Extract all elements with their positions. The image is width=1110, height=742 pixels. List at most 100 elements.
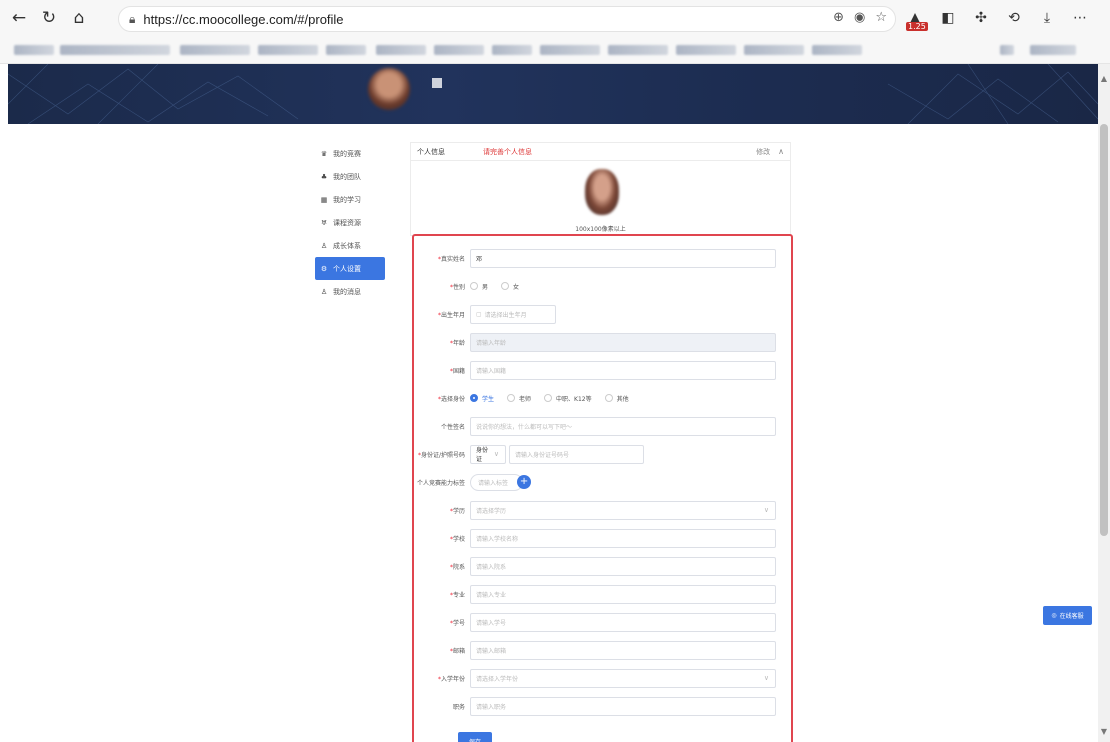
lock-icon[interactable]: 🔒︎ (129, 12, 135, 27)
form-row-enroll-year: *入学年份 请选择入学年份 ∨ (414, 668, 776, 688)
field-label: 个性签名 (440, 423, 465, 431)
bookmark-item[interactable] (258, 45, 318, 55)
bookmark-item[interactable] (326, 45, 366, 55)
save-button[interactable]: 保存 (458, 732, 492, 742)
bookmark-item[interactable] (376, 45, 426, 55)
bookmark-item[interactable] (1030, 45, 1076, 55)
ability-tag-input[interactable]: 请输入标签 (470, 473, 524, 491)
trophy-icon: ♛ (320, 149, 328, 158)
form-row-email: *邮箱 请输入邮箱 (414, 640, 776, 660)
bookmark-item[interactable] (492, 45, 532, 55)
collections-icon[interactable]: ◧ (933, 3, 963, 33)
school-input[interactable]: 请输入学校名称 (470, 528, 776, 548)
history-icon[interactable]: ⟲ (999, 3, 1029, 33)
id-type-select[interactable]: 身份证 ∨ (470, 444, 506, 464)
profile-avatar[interactable] (585, 169, 619, 215)
bookmark-item[interactable] (434, 45, 484, 55)
message-icon: ♙ (320, 287, 328, 296)
form-row-birth: *出生年月 ▢ 请选择出生年月 (414, 304, 556, 324)
sidebar-item-resources[interactable]: ♅ 课程资源 (315, 211, 385, 234)
field-label: *真实姓名 (437, 255, 465, 263)
email-input[interactable]: 请输入邮箱 (470, 640, 776, 660)
scroll-down-icon[interactable]: ▼ (1100, 727, 1108, 736)
field-label: *学号 (449, 619, 465, 627)
form-row-identity: *选择身份 学生 老师 中职、K12等 其他 (414, 388, 642, 408)
download-icon[interactable]: ⤓ (1032, 3, 1062, 33)
sidebar-item-growth[interactable]: ♙ 成长体系 (315, 234, 385, 257)
url-text: https://cc.moocollege.com/#/profile (143, 11, 344, 27)
banner-pattern (8, 64, 1098, 124)
bookmark-item[interactable] (744, 45, 804, 55)
identity-other-radio[interactable]: 其他 (604, 394, 629, 403)
puzzle-icon[interactable]: ✣ (966, 3, 996, 33)
field-label: *院系 (449, 563, 465, 571)
sidebar-item-messages[interactable]: ♙ 我的消息 (315, 280, 385, 303)
identity-k12-radio[interactable]: 中职、K12等 (544, 394, 592, 403)
sidebar-item-settings[interactable]: ⚙ 个人设置 (315, 257, 385, 280)
chevron-down-icon: ∨ (763, 506, 769, 514)
extension-icon[interactable]: ▲ 1.25 (900, 3, 930, 33)
sidebar-item-label: 我的学习 (333, 195, 361, 204)
sidebar-item-label: 我的竞赛 (333, 149, 361, 158)
chevron-up-icon[interactable]: ∧ (778, 147, 784, 156)
home-icon[interactable]: ⌂ (64, 3, 94, 33)
department-input[interactable]: 请输入院系 (470, 556, 776, 576)
more-icon[interactable]: ⋯ (1065, 3, 1095, 33)
id-number-input[interactable]: 请输入身份证号码号 (509, 444, 644, 464)
sidebar-item-study[interactable]: ▦ 我的学习 (315, 188, 385, 211)
sidebar-item-team[interactable]: ♣ 我的团队 (315, 165, 385, 188)
student-no-input[interactable]: 请输入学号 (470, 612, 776, 632)
education-select[interactable]: 请选择学历 ∨ (470, 500, 776, 520)
sidebar-nav: ♛ 我的竞赛 ♣ 我的团队 ▦ 我的学习 ♅ 课程资源 ♙ 成长体系 ⚙ 个人设置 ♙ 我的消… (315, 142, 385, 303)
online-service-button[interactable]: ◎ 在线客服 (1043, 606, 1092, 625)
bookmark-item[interactable] (1000, 45, 1014, 55)
edit-link[interactable]: 修改 (756, 147, 770, 157)
bookmark-item[interactable] (812, 45, 862, 55)
ext-icon[interactable]: ◉ (854, 10, 865, 25)
bookmark-item[interactable] (14, 45, 54, 55)
sidebar-item-label: 我的消息 (333, 287, 361, 296)
favorite-icon[interactable]: ☆ (875, 10, 887, 25)
back-icon[interactable]: ← (4, 3, 34, 33)
nation-input[interactable]: 请输入国籍 (470, 360, 776, 380)
form-row-name: *真实姓名 邓 (414, 248, 776, 268)
add-tag-button[interactable]: + (517, 475, 532, 489)
form-row-student-no: *学号 请输入学号 (414, 612, 776, 632)
bookmark-item[interactable] (180, 45, 250, 55)
resource-icon: ♅ (320, 218, 328, 227)
field-label: *学历 (449, 507, 465, 515)
bookmark-item[interactable] (60, 45, 170, 55)
gender-male-radio[interactable]: 男 (470, 282, 488, 291)
page-scrollbar[interactable]: ▲ ▼ (1098, 64, 1110, 742)
sidebar-item-label: 课程资源 (333, 218, 361, 227)
scroll-thumb[interactable] (1100, 124, 1108, 536)
bookmark-item[interactable] (676, 45, 736, 55)
major-input[interactable]: 请输入专业 (470, 584, 776, 604)
form-row-ability: 个人竞赛能力标签 请输入标签 + (414, 472, 532, 492)
identity-teacher-radio[interactable]: 老师 (507, 394, 531, 403)
bookmark-item[interactable] (540, 45, 600, 55)
book-icon: ▦ (320, 195, 328, 204)
bookmark-item[interactable] (608, 45, 668, 55)
zoom-icon[interactable]: ⊕ (833, 10, 844, 25)
signature-input[interactable]: 说说你的想法，什么都可以写下吧～ (470, 416, 776, 436)
form-row-position: 职务 请输入职务 (414, 696, 776, 716)
real-name-input[interactable]: 邓 (470, 248, 776, 268)
gender-female-radio[interactable]: 女 (501, 282, 519, 291)
banner-avatar[interactable] (368, 68, 410, 110)
position-input[interactable]: 请输入职务 (470, 696, 776, 716)
address-bar[interactable]: 🔒︎ https://cc.moocollege.com/#/profile ⊕… (118, 6, 896, 32)
form-row-department: *院系 请输入院系 (414, 556, 776, 576)
chevron-down-icon: ∨ (763, 674, 769, 682)
sidebar-item-label: 成长体系 (333, 241, 361, 250)
sidebar-item-competition[interactable]: ♛ 我的竞赛 (315, 142, 385, 165)
team-icon: ♣ (320, 172, 328, 181)
enroll-year-select[interactable]: 请选择入学年份 ∨ (470, 668, 776, 688)
refresh-icon[interactable]: ↻ (34, 3, 64, 33)
birth-date-input[interactable]: ▢ 请选择出生年月 (470, 304, 556, 324)
sidebar-item-label: 个人设置 (333, 264, 361, 273)
growth-icon: ♙ (320, 241, 328, 250)
scroll-up-icon[interactable]: ▲ (1100, 74, 1108, 83)
field-label: *专业 (449, 591, 465, 599)
identity-student-radio[interactable]: 学生 (470, 394, 494, 403)
